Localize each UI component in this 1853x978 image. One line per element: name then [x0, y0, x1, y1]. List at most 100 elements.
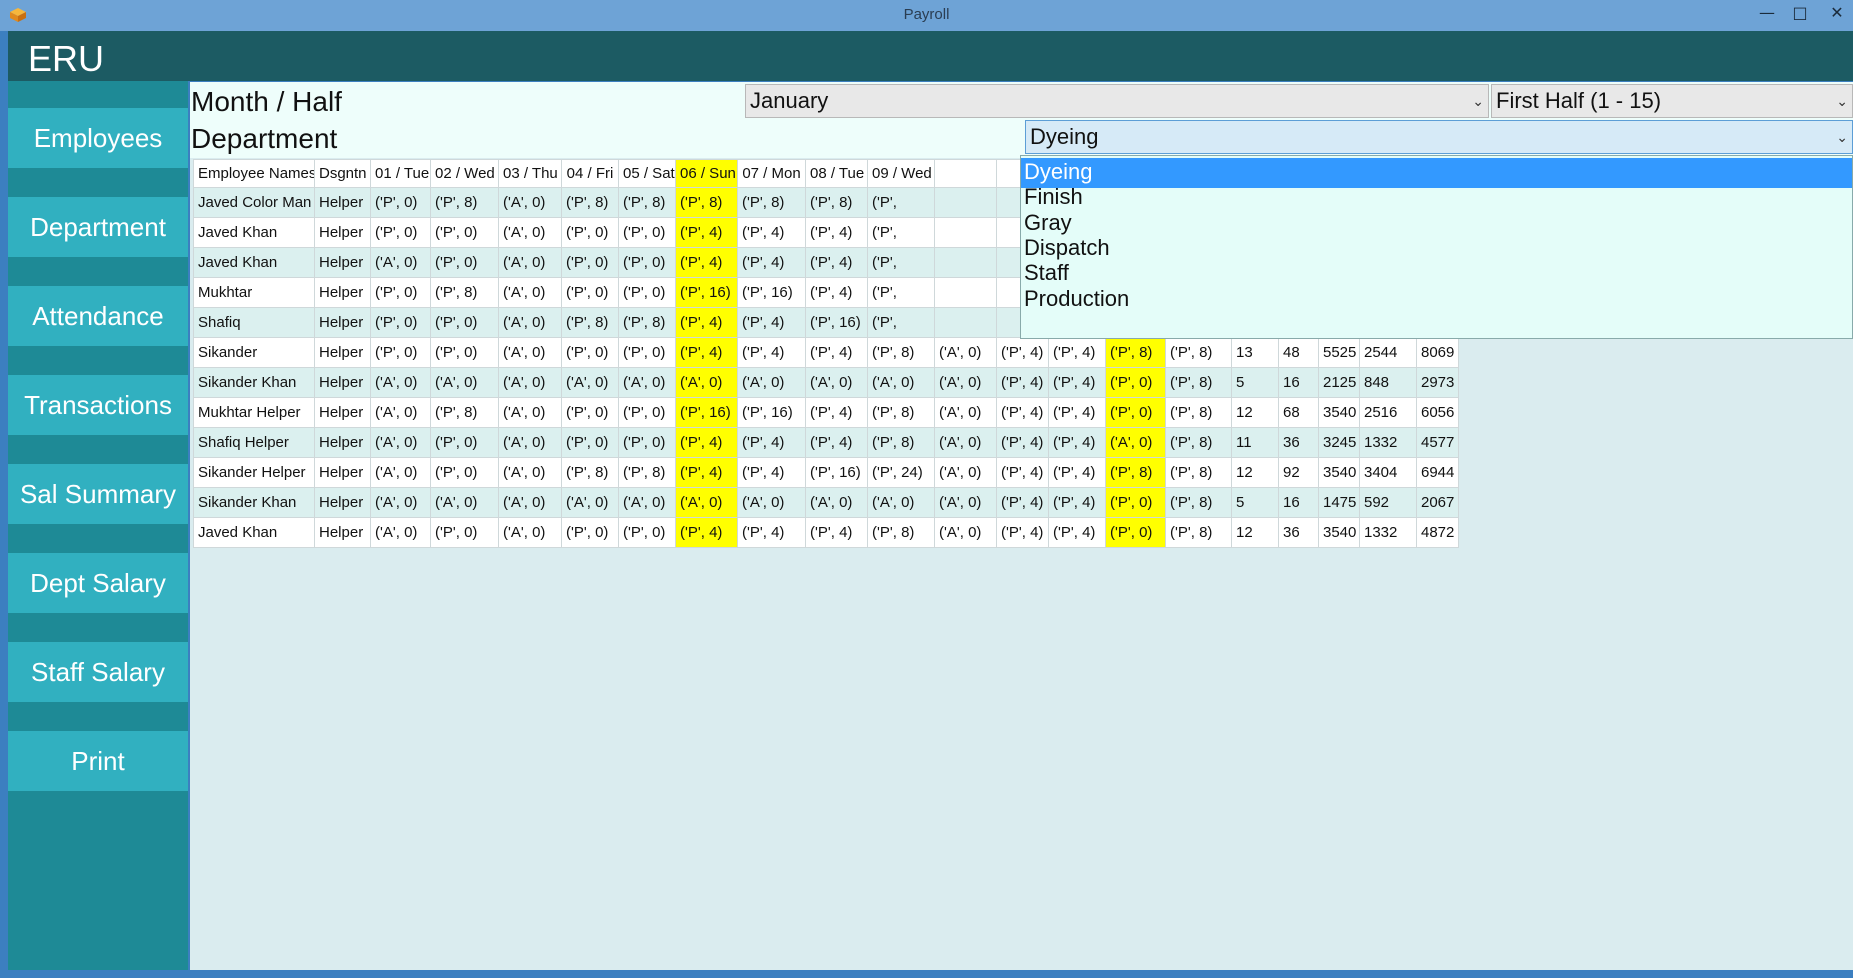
column-header[interactable]: 09 / Wed	[867, 159, 935, 188]
table-cell[interactable]: 2973	[1416, 367, 1459, 398]
table-cell[interactable]: Helper	[314, 217, 371, 248]
table-cell[interactable]: ('A', 0)	[370, 397, 431, 428]
table-row[interactable]: Mukhtar Helper Helper ('A', 0) ('P', 8) ('A'…	[193, 397, 1459, 428]
title-bar[interactable]: Payroll — □ ✕	[0, 0, 1853, 31]
table-cell[interactable]: ('A', 0)	[370, 457, 431, 488]
table-cell[interactable]: 92	[1278, 457, 1319, 488]
table-cell[interactable]: ('P', 0)	[561, 397, 619, 428]
table-cell[interactable]: 13	[1231, 337, 1279, 368]
table-cell[interactable]: ('P', 16)	[805, 307, 868, 338]
employee-name-cell[interactable]: Shafiq Helper	[193, 427, 315, 458]
table-cell[interactable]: Helper	[314, 487, 371, 518]
table-cell[interactable]: ('P', 8)	[867, 427, 935, 458]
table-cell[interactable]: 16	[1278, 367, 1319, 398]
table-cell[interactable]: ('P', 4)	[737, 307, 806, 338]
sidebar-item-print[interactable]: Print	[8, 731, 188, 791]
table-cell[interactable]: ('P', 4)	[805, 247, 868, 278]
table-cell[interactable]: ('A', 0)	[370, 517, 431, 548]
table-cell[interactable]: ('P', 4)	[737, 337, 806, 368]
table-cell[interactable]: ('P', 4)	[675, 337, 738, 368]
table-cell[interactable]: Helper	[314, 247, 371, 278]
table-cell[interactable]: 4872	[1416, 517, 1459, 548]
sidebar-item-dept-salary[interactable]: Dept Salary	[8, 553, 188, 613]
table-cell[interactable]: ('A', 0)	[498, 337, 562, 368]
table-cell[interactable]: ('P', 4)	[996, 367, 1049, 398]
table-cell[interactable]: ('P', 4)	[996, 427, 1049, 458]
table-cell[interactable]: ('A', 0)	[618, 487, 676, 518]
table-cell[interactable]: ('A', 0)	[675, 367, 738, 398]
table-cell[interactable]: ('A', 0)	[934, 517, 997, 548]
table-cell[interactable]: Helper	[314, 397, 371, 428]
table-cell[interactable]: ('P', 8)	[1165, 487, 1232, 518]
table-row[interactable]: Sikander Khan Helper ('A', 0) ('A', 0) ('A',…	[193, 367, 1459, 398]
employee-name-cell[interactable]: Sikander Khan	[193, 487, 315, 518]
employee-name-cell[interactable]: Sikander	[193, 337, 315, 368]
table-cell[interactable]: ('A', 0)	[934, 487, 997, 518]
table-cell[interactable]: ('P', 0)	[430, 217, 499, 248]
sidebar-item-employees[interactable]: Employees	[8, 108, 188, 168]
table-cell[interactable]: 12	[1231, 457, 1279, 488]
table-cell[interactable]: 3540	[1318, 457, 1360, 488]
table-cell[interactable]: ('P', 0)	[430, 427, 499, 458]
table-cell[interactable]: ('P', 0)	[561, 517, 619, 548]
table-cell[interactable]: Helper	[314, 187, 371, 218]
column-header[interactable]: 05 / Sat	[618, 159, 676, 188]
table-cell[interactable]: ('P', 0)	[1105, 397, 1166, 428]
table-cell[interactable]: 1332	[1359, 427, 1417, 458]
table-cell[interactable]: ('P', 16)	[805, 457, 868, 488]
table-cell[interactable]: ('P', 8)	[867, 337, 935, 368]
table-cell[interactable]: ('P', 4)	[1048, 367, 1106, 398]
table-cell[interactable]: 68	[1278, 397, 1319, 428]
table-cell[interactable]: ('P', 8)	[618, 187, 676, 218]
table-cell[interactable]: 48	[1278, 337, 1319, 368]
table-cell[interactable]: ('A', 0)	[498, 367, 562, 398]
table-cell[interactable]: 11	[1231, 427, 1279, 458]
table-cell[interactable]: ('A', 0)	[498, 457, 562, 488]
table-cell[interactable]: ('P', 4)	[675, 457, 738, 488]
table-cell[interactable]: ('P', 4)	[805, 277, 868, 308]
table-cell[interactable]: Helper	[314, 427, 371, 458]
sidebar-item-sal-summary[interactable]: Sal Summary	[8, 464, 188, 524]
table-cell[interactable]: ('P', 0)	[561, 277, 619, 308]
table-cell[interactable]: ('A', 0)	[934, 457, 997, 488]
table-cell[interactable]	[934, 247, 997, 278]
table-cell[interactable]: 3245	[1318, 427, 1360, 458]
table-cell[interactable]: ('A', 0)	[370, 367, 431, 398]
column-header[interactable]: 07 / Mon	[737, 159, 806, 188]
table-cell[interactable]: ('P', 8)	[561, 457, 619, 488]
table-cell[interactable]: ('P', 4)	[1048, 517, 1106, 548]
table-cell[interactable]: ('P', 0)	[618, 277, 676, 308]
column-header[interactable]: 02 / Wed	[430, 159, 499, 188]
table-cell[interactable]: ('P', 4)	[737, 457, 806, 488]
column-header[interactable]: 08 / Tue	[805, 159, 868, 188]
table-cell[interactable]: ('P', 8)	[1165, 457, 1232, 488]
minimize-button[interactable]: —	[1752, 2, 1782, 26]
table-cell[interactable]	[934, 187, 997, 218]
table-cell[interactable]: ('P', 4)	[996, 517, 1049, 548]
table-cell[interactable]: 2125	[1318, 367, 1360, 398]
table-cell[interactable]: ('P',	[867, 217, 935, 248]
table-cell[interactable]: ('P', 8)	[867, 397, 935, 428]
table-cell[interactable]: ('P', 0)	[370, 187, 431, 218]
table-cell[interactable]: ('P', 8)	[737, 187, 806, 218]
table-cell[interactable]: ('P', 8)	[1165, 517, 1232, 548]
table-cell[interactable]: Helper	[314, 517, 371, 548]
table-cell[interactable]	[934, 277, 997, 308]
table-cell[interactable]: 5	[1231, 367, 1279, 398]
table-cell[interactable]: ('P', 4)	[675, 247, 738, 278]
table-cell[interactable]	[934, 307, 997, 338]
table-cell[interactable]: 12	[1231, 397, 1279, 428]
table-cell[interactable]	[934, 217, 997, 248]
table-cell[interactable]: ('P', 0)	[561, 247, 619, 278]
table-cell[interactable]: ('A', 0)	[867, 487, 935, 518]
table-cell[interactable]: 1332	[1359, 517, 1417, 548]
table-cell[interactable]: 8069	[1416, 337, 1459, 368]
table-cell[interactable]: 2067	[1416, 487, 1459, 518]
table-cell[interactable]: ('A', 0)	[498, 487, 562, 518]
employee-name-cell[interactable]: Mukhtar	[193, 277, 315, 308]
table-cell[interactable]: ('P',	[867, 187, 935, 218]
table-row[interactable]: Sikander Helper Helper ('A', 0) ('P', 0) ('A…	[193, 457, 1459, 488]
sidebar-item-staff-salary[interactable]: Staff Salary	[8, 642, 188, 702]
table-cell[interactable]: ('P', 0)	[561, 337, 619, 368]
half-select[interactable]: First Half (1 - 15) ⌄	[1491, 84, 1853, 118]
